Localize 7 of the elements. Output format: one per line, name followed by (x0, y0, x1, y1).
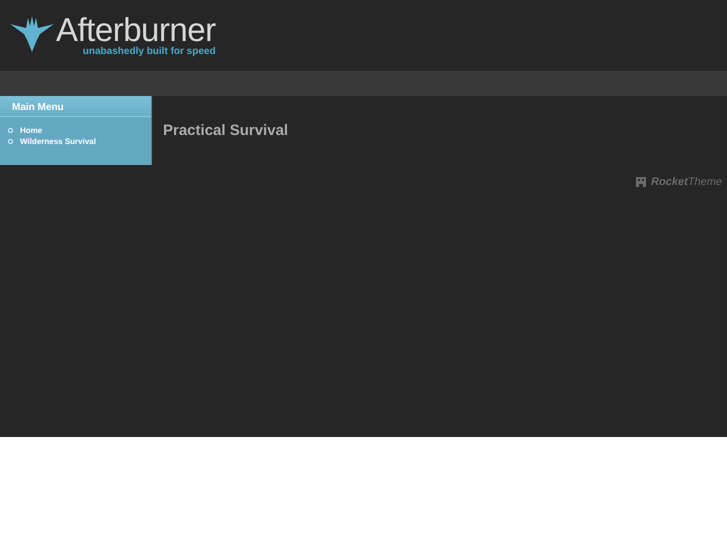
footer-credit-link[interactable]: RocketTheme (651, 176, 722, 188)
menu-link[interactable]: Wilderness Survival (20, 137, 96, 146)
page-title: Practical Survival (163, 122, 290, 139)
tagline: unabashedly built for speed (82, 47, 216, 57)
site-logo[interactable]: Afterburner (56, 12, 216, 48)
sidebar-title: Main Menu (0, 96, 151, 117)
menu-link[interactable]: Home (20, 126, 42, 135)
